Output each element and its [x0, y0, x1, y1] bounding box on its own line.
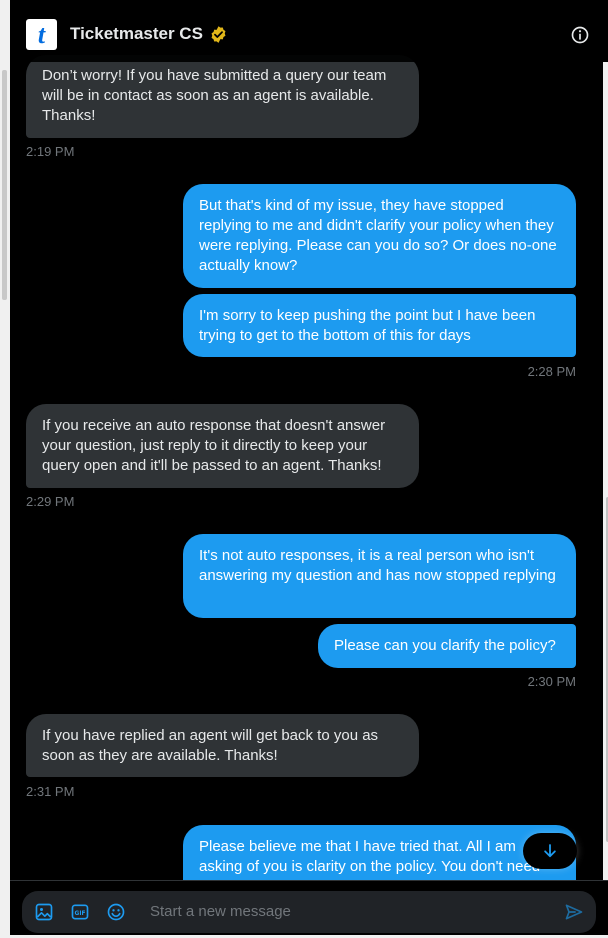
outgoing-message[interactable]: But that's kind of my issue, they have s… [183, 184, 576, 288]
message-timestamp: 2:28 PM [527, 364, 576, 379]
conversation-scrollbar[interactable]: ▲ ▼ [603, 62, 608, 880]
conversation-title[interactable]: Ticketmaster CS [70, 24, 203, 44]
avatar[interactable]: t [26, 19, 57, 50]
incoming-message[interactable]: If you receive an auto response that doe… [26, 404, 419, 488]
dm-conversation-panel: t Ticketmaster CS Don’t worry! If you ha… [10, 0, 608, 938]
scroll-to-bottom-button[interactable] [523, 833, 577, 869]
outgoing-message[interactable]: I'm sorry to keep pushing the point but … [183, 294, 576, 357]
message-timestamp: 2:31 PM [26, 784, 75, 799]
arrow-down-icon [544, 844, 556, 858]
image-icon[interactable] [34, 902, 54, 922]
message-input[interactable]: Start a new message [150, 903, 291, 920]
message-timestamp: 2:30 PM [527, 674, 576, 689]
avatar-letter: t [37, 19, 46, 49]
incoming-message[interactable]: Don’t worry! If you have submitted a que… [26, 55, 419, 138]
emoji-icon[interactable] [106, 902, 126, 922]
incoming-message[interactable]: If you have replied an agent will get ba… [26, 714, 419, 777]
message-timestamp: 2:19 PM [26, 144, 75, 159]
message-composer: GIF Start a new message [22, 891, 596, 933]
outgoing-message[interactable]: It's not auto responses, it is a real pe… [183, 534, 576, 618]
outgoing-message[interactable]: Please can you clarify the policy? [318, 624, 576, 668]
gif-icon[interactable]: GIF [70, 902, 90, 922]
page-scrollbar-thumb[interactable] [2, 70, 7, 300]
svg-text:GIF: GIF [75, 911, 86, 917]
conversation-header: t Ticketmaster CS [10, 0, 608, 62]
message-timestamp: 2:29 PM [26, 494, 75, 509]
composer-area: GIF Start a new message [10, 880, 608, 938]
send-icon[interactable] [564, 902, 584, 922]
info-icon[interactable] [570, 25, 590, 45]
verified-badge-icon [211, 26, 226, 43]
